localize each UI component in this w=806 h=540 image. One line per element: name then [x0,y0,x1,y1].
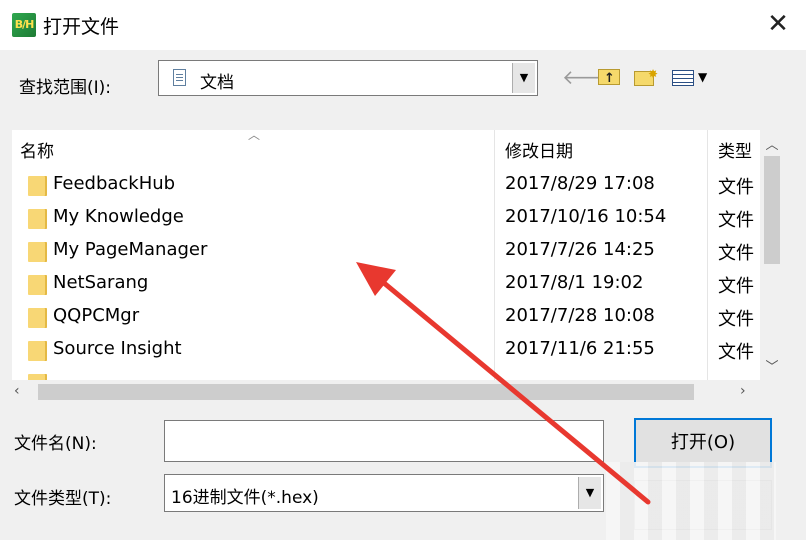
arrow-shaft [375,275,651,505]
annotation-arrow [356,262,651,505]
